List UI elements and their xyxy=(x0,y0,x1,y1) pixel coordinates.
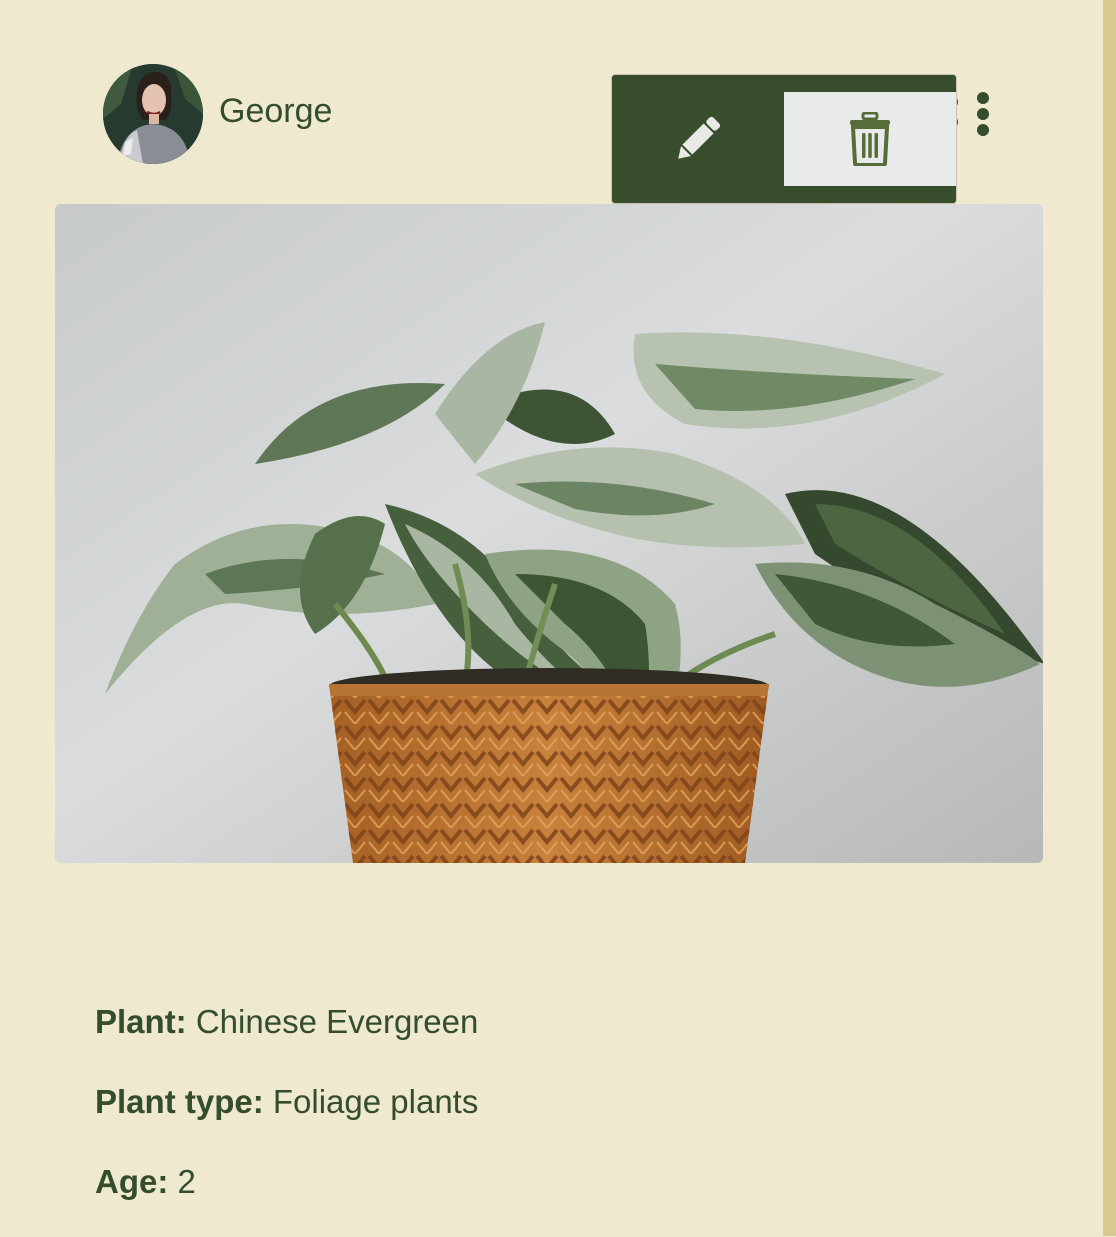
plant-label: Plant: xyxy=(95,1003,187,1040)
plant-details: Plant: Chinese Evergreen Plant type: Fol… xyxy=(95,997,995,1237)
plant-post-card: George Plant: Chinese Evergreen Plant ty… xyxy=(0,0,1103,1236)
detail-age: Age: 2 xyxy=(95,1157,995,1207)
age-label: Age: xyxy=(95,1163,169,1200)
pencil-icon xyxy=(678,116,721,159)
avatar-portrait-image xyxy=(103,64,203,164)
age-value: 2 xyxy=(177,1163,196,1200)
author-avatar[interactable] xyxy=(103,64,203,164)
delete-button[interactable] xyxy=(784,92,956,186)
plant-photo-illustration xyxy=(55,204,1043,863)
kebab-dot xyxy=(977,92,989,104)
kebab-dot xyxy=(977,108,989,120)
author-name[interactable]: George xyxy=(219,88,332,134)
more-options-button[interactable] xyxy=(968,88,998,140)
edit-button[interactable] xyxy=(612,75,784,203)
trash-icon xyxy=(850,112,890,166)
plant-type-label: Plant type: xyxy=(95,1083,264,1120)
post-action-menu xyxy=(611,74,957,204)
detail-plant-type: Plant type: Foliage plants xyxy=(95,1077,995,1127)
kebab-dot xyxy=(977,124,989,136)
plant-photo xyxy=(55,204,1043,863)
detail-plant: Plant: Chinese Evergreen xyxy=(95,997,995,1047)
plant-type-value: Foliage plants xyxy=(272,1083,479,1120)
plant-value: Chinese Evergreen xyxy=(195,1003,479,1040)
scrollbar-rail[interactable] xyxy=(1103,0,1116,1236)
